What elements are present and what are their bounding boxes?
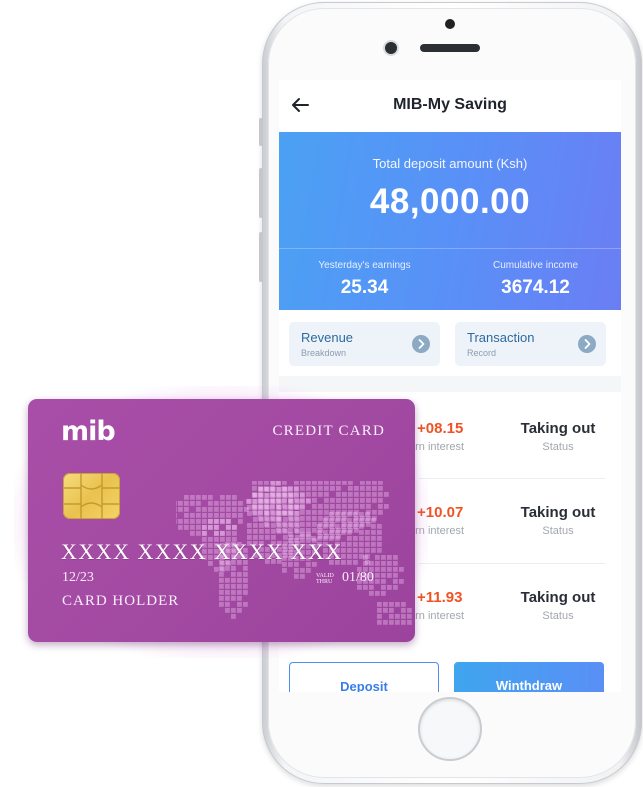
total-deposit-label: Total deposit amount (Ksh) xyxy=(372,156,528,171)
total-deposit-amount: 48,000.00 xyxy=(369,182,531,221)
deposit-summary-panel: Total deposit amount (Ksh) 48,000.00 Yes… xyxy=(279,132,621,310)
status-label: Status xyxy=(542,610,574,622)
status-value: Taking out xyxy=(520,504,596,521)
action-subtitle: Record xyxy=(467,348,497,358)
stat-value: 3674.12 xyxy=(501,277,570,298)
transaction-record-button[interactable]: Transaction Record xyxy=(455,322,606,366)
bottom-action-bar: Deposit Winthdraw xyxy=(279,654,621,692)
withdraw-button[interactable]: Winthdraw xyxy=(454,662,604,692)
chevron-right-icon xyxy=(412,335,430,353)
volume-down-button xyxy=(259,232,263,282)
page-title: MIB-My Saving xyxy=(393,96,507,113)
cumulative-income-stat: Cumulative income 3674.12 xyxy=(450,260,621,299)
revenue-breakdown-button[interactable]: Revenue Breakdown xyxy=(289,322,440,366)
stat-value: 25.34 xyxy=(340,277,389,298)
quick-actions: Revenue Breakdown Transaction Record xyxy=(279,310,621,376)
volume-up-button xyxy=(259,168,263,218)
credit-card: mib CREDIT CARD XXXX XXXX XXXX XXX 12/23… xyxy=(28,399,415,642)
mute-switch xyxy=(259,118,263,146)
deposit-button[interactable]: Deposit xyxy=(289,662,439,692)
proximity-sensor xyxy=(445,19,455,29)
front-camera xyxy=(385,42,397,54)
stat-label: Cumulative income xyxy=(492,260,579,271)
stat-label: Yesterday's earnings xyxy=(318,260,411,271)
card-expiry: 12/23 xyxy=(62,570,94,585)
status-label: Status xyxy=(542,441,574,453)
valid-thru-date: 01/80 xyxy=(342,570,374,585)
status-value: Taking out xyxy=(520,420,596,437)
top-bar: MIB-My Saving xyxy=(279,80,621,132)
card-type-label: CREDIT CARD xyxy=(272,423,385,439)
earpiece-speaker xyxy=(420,44,480,52)
action-subtitle: Breakdown xyxy=(301,348,347,358)
chevron-right-icon xyxy=(578,335,596,353)
yesterday-earnings-stat: Yesterday's earnings 25.34 xyxy=(279,260,450,299)
valid-thru-label: VALID THRU xyxy=(316,573,334,585)
home-button[interactable] xyxy=(418,697,482,761)
divider xyxy=(279,248,621,249)
mib-logo: mib xyxy=(61,416,116,447)
action-title: Revenue xyxy=(301,330,354,345)
status-value: Taking out xyxy=(520,589,596,606)
card-number: XXXX XXXX XXXX XXX xyxy=(61,539,343,564)
chip-icon xyxy=(63,473,120,519)
action-title: Transaction xyxy=(467,330,535,345)
card-holder-name: CARD HOLDER xyxy=(62,593,180,609)
status-label: Status xyxy=(542,525,574,537)
